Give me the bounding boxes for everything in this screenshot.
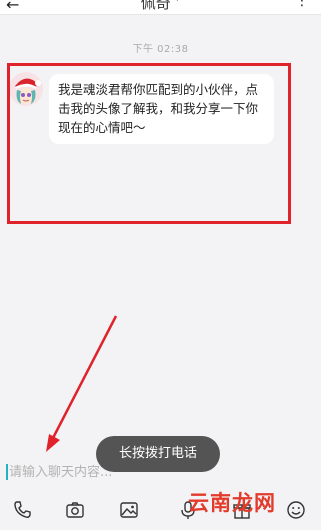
message-input-area xyxy=(0,456,321,490)
emoji-icon[interactable] xyxy=(282,496,310,524)
annotation-highlight-box xyxy=(7,63,291,224)
image-icon[interactable] xyxy=(115,496,143,524)
message-input[interactable] xyxy=(9,460,229,484)
phone-icon[interactable] xyxy=(8,496,36,524)
chat-title: 佩奇 ’ xyxy=(140,0,181,12)
more-vertical-icon[interactable]: ⋮ xyxy=(295,0,309,9)
camera-icon[interactable] xyxy=(61,496,89,524)
text-cursor xyxy=(6,464,8,480)
message-timestamp: 下午 02:38 xyxy=(132,44,189,55)
chat-header: ← 佩奇 ’ ⋮ xyxy=(0,0,321,15)
watermark-text: 云南龙网 xyxy=(188,491,276,515)
